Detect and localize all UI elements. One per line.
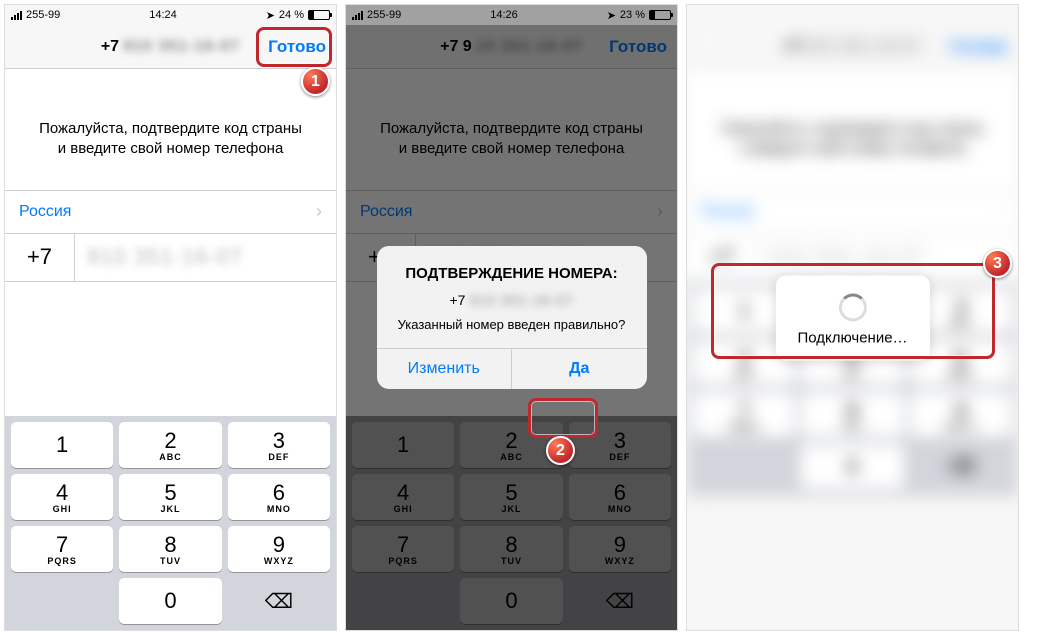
key-5[interactable]: 5JKL (119, 474, 221, 520)
backspace-key[interactable]: ⌫ (910, 444, 1012, 490)
key-9[interactable]: 9WXYZ (228, 526, 330, 572)
alert-message: Указанный номер введен правильно? (393, 316, 631, 334)
status-bar: 255-99 14:24 ➤ 24 % (5, 5, 336, 25)
location-icon: ➤ (266, 9, 275, 22)
key-6[interactable]: 6MNO (228, 474, 330, 520)
key-0[interactable]: 0 (801, 444, 903, 490)
key-8[interactable]: 8TUV (119, 526, 221, 572)
country-label: Россия (19, 203, 71, 221)
nav-bar: +7 910 351-16-07 Готово (5, 25, 336, 69)
modal-overlay: ПОДТВЕРЖДЕНИЕ НОМЕРА: +7910 351-16-07 Ук… (346, 5, 677, 630)
yes-button[interactable]: Да (511, 349, 647, 389)
screen-2: 255-99 14:26 ➤ 23 % +7 9 10 351-16-07 Го… (345, 4, 678, 631)
phone-input-row[interactable]: +7 910 351-16-07 (5, 234, 336, 282)
done-button[interactable]: Готово (268, 25, 326, 69)
key-2[interactable]: 2ABC (119, 422, 221, 468)
clock: 14:24 (149, 9, 177, 21)
carrier-label: 255-99 (26, 9, 60, 21)
key-7[interactable]: 7PQRS (693, 392, 795, 438)
signal-icon (11, 11, 22, 20)
page-title: +7 910 351-16-07 (101, 38, 240, 56)
key-8[interactable]: 8TUV (801, 392, 903, 438)
alert-title: ПОДТВЕРЖДЕНИЕ НОМЕРА: (393, 264, 631, 284)
change-button[interactable]: Изменить (377, 349, 512, 389)
confirm-alert: ПОДТВЕРЖДЕНИЕ НОМЕРА: +7910 351-16-07 Ук… (377, 246, 647, 388)
loading-box: Подключение… (775, 275, 929, 360)
alert-number: +7910 351-16-07 (393, 292, 631, 308)
phone-number-input[interactable]: 910 351-16-07 (75, 244, 336, 270)
screen-3: +7910 351-16-07 Готово Пожалуйста, подтв… (686, 4, 1019, 631)
key-4[interactable]: 4GHI (11, 474, 113, 520)
key-0[interactable]: 0 (119, 578, 221, 624)
key-9[interactable]: 9WXYZ (910, 392, 1012, 438)
key-1[interactable]: 1 (11, 422, 113, 468)
chevron-right-icon: › (316, 201, 322, 222)
loading-text: Подключение… (797, 329, 907, 346)
key-3[interactable]: 3DEF (228, 422, 330, 468)
battery-icon (308, 10, 330, 20)
country-code: +7 (5, 234, 75, 281)
key-7[interactable]: 7PQRS (11, 526, 113, 572)
battery-pct: 24 % (279, 9, 304, 21)
spinner-icon (839, 293, 867, 321)
numeric-keypad: 12ABC3DEF 4GHI5JKL6MNO 7PQRS8TUV9WXYZ0⌫ (5, 416, 336, 630)
screen-1: 255-99 14:24 ➤ 24 % +7 910 351-16-07 Гот… (4, 4, 337, 631)
backspace-key[interactable]: ⌫ (228, 578, 330, 624)
instruction-text: Пожалуйста, подтвердите код страны и вве… (5, 69, 336, 190)
country-row[interactable]: Россия › (5, 190, 336, 234)
